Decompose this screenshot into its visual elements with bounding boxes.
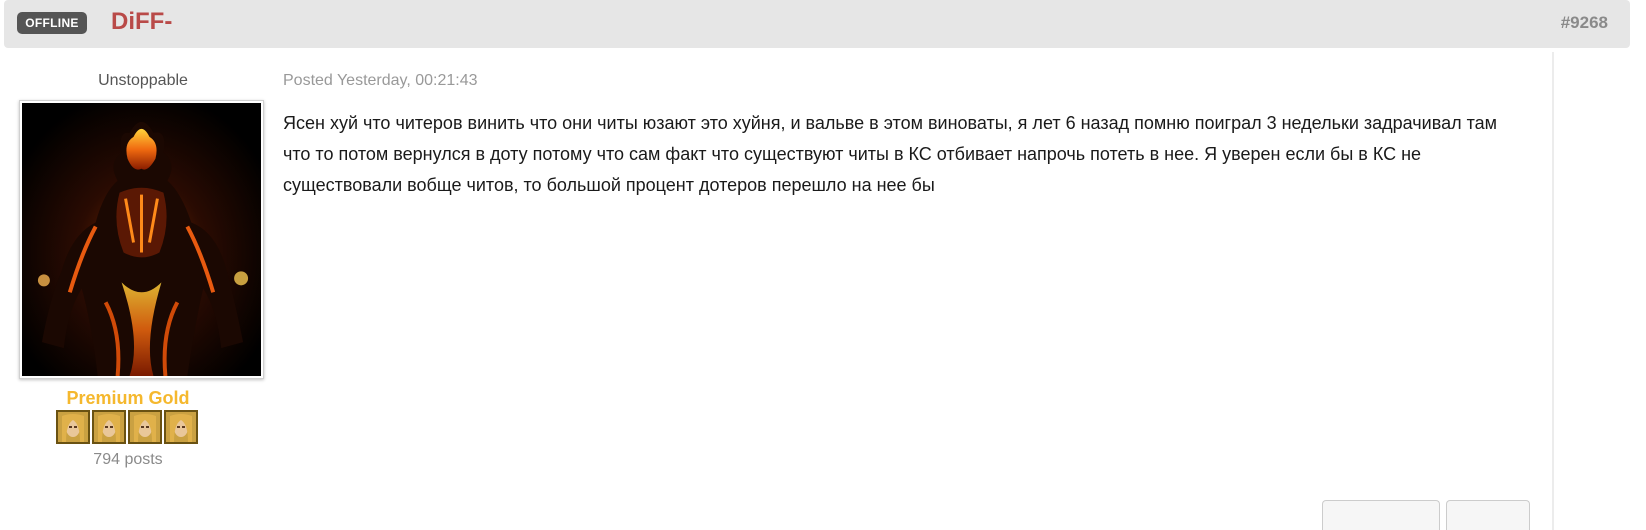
fire-demon-avatar-image xyxy=(22,103,261,376)
rank-pips xyxy=(56,410,206,444)
post-number-link[interactable]: #9268 xyxy=(1561,13,1608,33)
status-badge: OFFLINE xyxy=(17,12,87,34)
hero-rank-icon xyxy=(56,410,90,444)
post-action-button[interactable] xyxy=(1446,500,1530,530)
user-group-label: Premium Gold xyxy=(66,388,190,408)
post-header: OFFLINE DiFF- #9268 xyxy=(4,0,1630,48)
scroll-edge xyxy=(1552,52,1554,530)
hero-rank-icon xyxy=(164,410,198,444)
post-count: 794 posts xyxy=(93,451,163,468)
post-body-text: Ясен хуй что читеров винить что они читы… xyxy=(283,113,1498,195)
avatar[interactable] xyxy=(19,100,264,379)
posted-timestamp: Posted Yesterday, 00:21:43 xyxy=(283,72,478,89)
post-action-button[interactable] xyxy=(1322,500,1440,530)
author-name-link[interactable]: DiFF- xyxy=(111,8,172,36)
hero-rank-icon xyxy=(92,410,126,444)
user-rank-title: Unstoppable xyxy=(98,72,188,89)
hero-rank-icon xyxy=(128,410,162,444)
